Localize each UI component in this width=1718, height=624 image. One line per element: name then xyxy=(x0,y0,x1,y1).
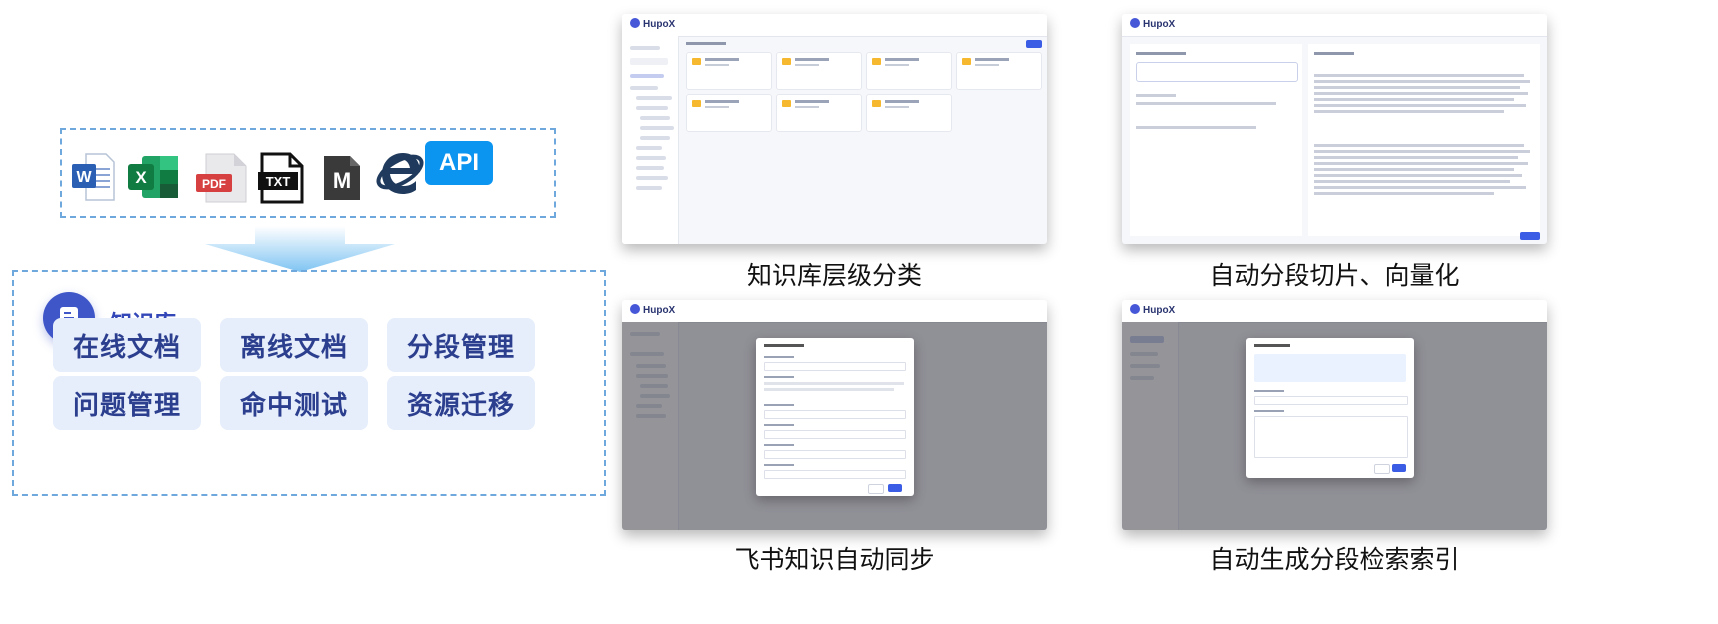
txt-label: TXT xyxy=(266,174,291,189)
new-button[interactable] xyxy=(1026,40,1042,48)
screenshot-knowledge-hierarchy: HupoX xyxy=(622,14,1047,244)
segment-settings-panel xyxy=(1130,44,1302,236)
caption-auto-index: 自动生成分段检索索引 xyxy=(1209,547,1460,574)
segment-preview-panel xyxy=(1308,44,1540,236)
word-letter: W xyxy=(76,169,92,186)
folder-card[interactable] xyxy=(686,94,772,132)
screenshot-feishu-sync: HupoX xyxy=(622,300,1047,530)
folder-card[interactable] xyxy=(866,52,952,90)
word-icon: W xyxy=(72,152,116,207)
feature-segment-management: 分段管理 xyxy=(387,318,535,372)
markdown-icon: M xyxy=(322,152,362,207)
modal-input[interactable] xyxy=(764,410,906,419)
folder-card[interactable] xyxy=(956,52,1042,90)
feature-hit-testing: 命中测试 xyxy=(220,376,368,430)
brand-logo: HupoX xyxy=(1130,304,1175,316)
folder-card[interactable] xyxy=(776,52,862,90)
model-select[interactable] xyxy=(1254,396,1408,405)
feature-offline-docs: 离线文档 xyxy=(220,318,368,372)
api-label: API xyxy=(438,149,479,176)
confirm-button[interactable] xyxy=(1392,464,1406,472)
brand-logo: HupoX xyxy=(1130,18,1175,30)
index-generation-modal xyxy=(1246,338,1414,478)
screenshot-auto-index: HupoX xyxy=(1122,300,1547,530)
cancel-button[interactable] xyxy=(868,484,884,494)
modal-input[interactable] xyxy=(764,362,906,371)
txt-icon: TXT xyxy=(256,152,306,209)
flow-arrow-icon xyxy=(205,226,395,272)
caption-knowledge-hierarchy: 知识库层级分类 xyxy=(746,263,922,290)
screenshot-auto-segment: HupoX xyxy=(1122,14,1547,244)
feature-online-docs: 在线文档 xyxy=(53,318,201,372)
feature-question-management: 问题管理 xyxy=(53,376,201,430)
caption-feishu-sync: 飞书知识自动同步 xyxy=(734,547,935,574)
cancel-button[interactable] xyxy=(1374,464,1390,474)
folder-card[interactable] xyxy=(686,52,772,90)
excel-icon: X xyxy=(128,152,180,207)
ie-icon xyxy=(372,140,426,205)
tree-sidebar xyxy=(622,36,679,244)
pdf-label: PDF xyxy=(202,177,226,191)
pdf-icon: PDF xyxy=(196,152,248,209)
feishu-sync-modal xyxy=(756,338,914,496)
folder-card[interactable] xyxy=(866,94,952,132)
modal-input[interactable] xyxy=(764,430,906,439)
brand-logo: HupoX xyxy=(630,18,675,30)
feature-resource-migration: 资源迁移 xyxy=(387,376,535,430)
confirm-button[interactable] xyxy=(888,484,902,492)
modal-input[interactable] xyxy=(764,470,906,479)
prompt-textarea[interactable] xyxy=(1254,416,1408,458)
next-button[interactable] xyxy=(1520,232,1540,240)
modal-input[interactable] xyxy=(764,450,906,459)
api-icon: API xyxy=(425,141,493,185)
brand-logo: HupoX xyxy=(630,304,675,316)
excel-letter: X xyxy=(135,168,147,187)
markdown-letter: M xyxy=(333,168,351,193)
caption-auto-segment: 自动分段切片、向量化 xyxy=(1209,263,1460,290)
folder-card[interactable] xyxy=(776,94,862,132)
